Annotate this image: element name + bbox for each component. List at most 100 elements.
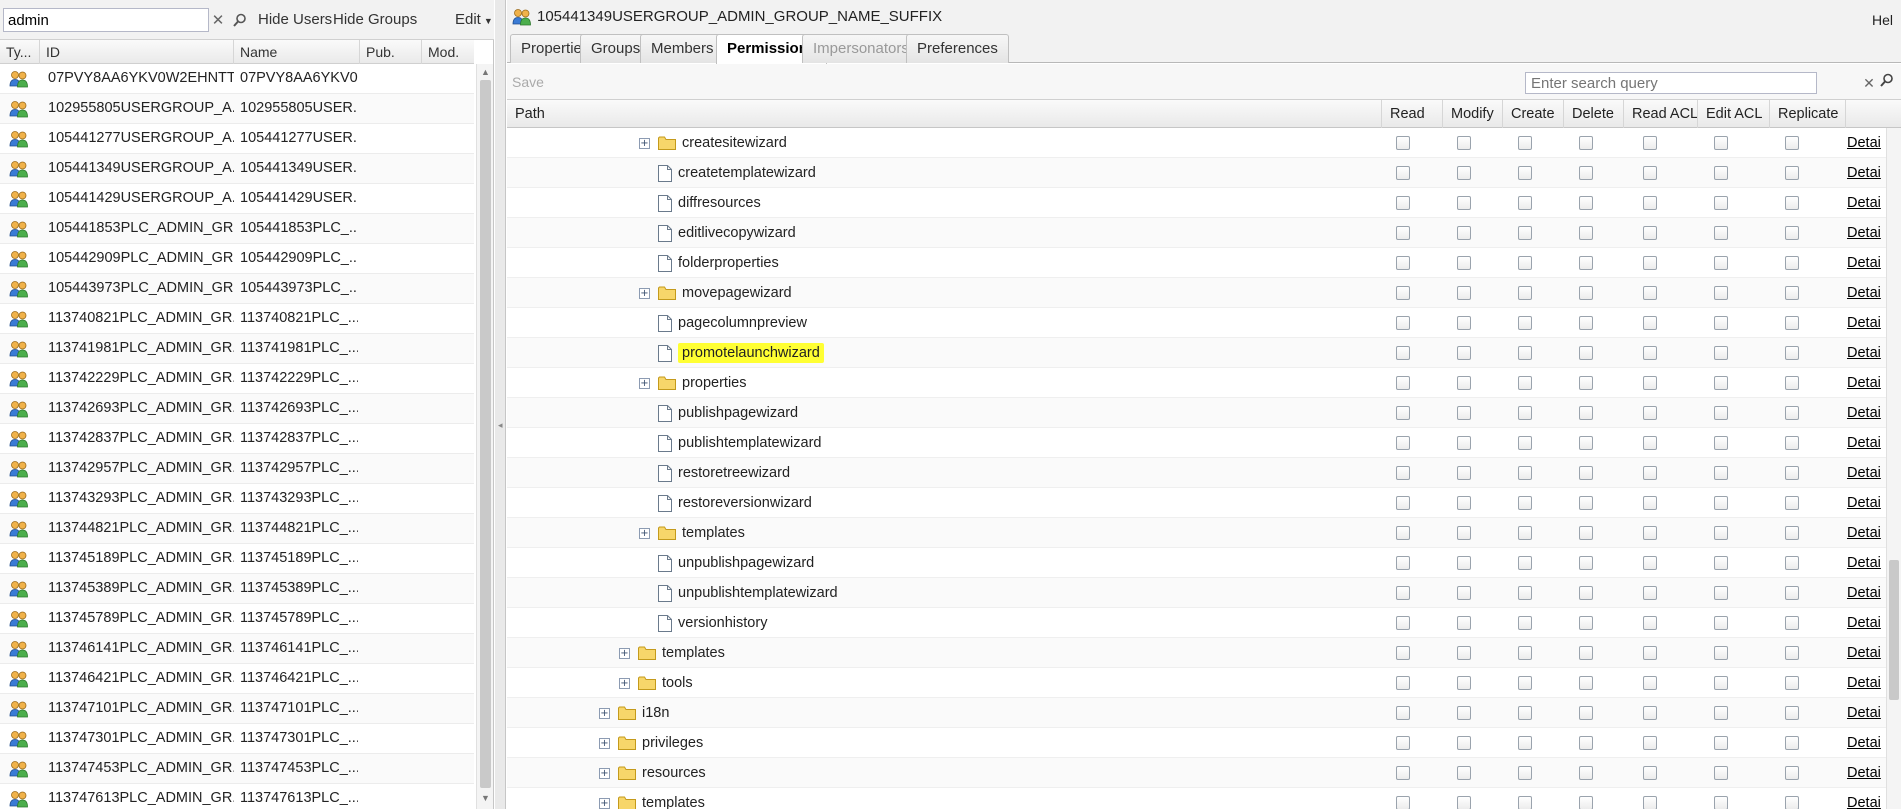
tab-preferences[interactable]: Preferences [906,34,1009,63]
create-checkbox[interactable] [1518,796,1532,809]
create-checkbox[interactable] [1518,226,1532,240]
delete-checkbox[interactable] [1579,706,1593,720]
read-acl-checkbox[interactable] [1643,406,1657,420]
node-label[interactable]: movepagewizard [682,285,792,301]
delete-checkbox[interactable] [1579,346,1593,360]
create-checkbox[interactable] [1518,256,1532,270]
read-acl-checkbox[interactable] [1643,166,1657,180]
expand-icon[interactable]: + [599,797,610,809]
table-row[interactable]: 113744821PLC_ADMIN_GR... 113744821PLC_... [0,514,474,544]
col-edit-acl[interactable]: Edit ACL [1698,100,1770,128]
create-checkbox[interactable] [1518,526,1532,540]
tree-node[interactable]: restoreversionwizard [639,488,812,518]
table-row[interactable]: 113746141PLC_ADMIN_GR... 113746141PLC_... [0,634,474,664]
modify-checkbox[interactable] [1457,466,1471,480]
search-icon[interactable] [1880,73,1898,93]
replicate-checkbox[interactable] [1785,286,1799,300]
edit-acl-checkbox[interactable] [1714,646,1728,660]
read-acl-checkbox[interactable] [1643,706,1657,720]
modify-checkbox[interactable] [1457,736,1471,750]
table-row[interactable]: 113742693PLC_ADMIN_GR... 113742693PLC_... [0,394,474,424]
read-checkbox[interactable] [1396,466,1410,480]
read-acl-checkbox[interactable] [1643,586,1657,600]
delete-checkbox[interactable] [1579,586,1593,600]
delete-checkbox[interactable] [1579,736,1593,750]
read-checkbox[interactable] [1396,796,1410,809]
create-checkbox[interactable] [1518,706,1532,720]
details-link[interactable]: Detai [1847,428,1885,458]
table-row[interactable]: + properties Detai [507,368,1886,398]
replicate-checkbox[interactable] [1785,166,1799,180]
create-checkbox[interactable] [1518,676,1532,690]
tree-node[interactable]: diffresources [639,188,761,218]
create-checkbox[interactable] [1518,166,1532,180]
replicate-checkbox[interactable] [1785,346,1799,360]
node-label[interactable]: createtemplatewizard [678,165,816,181]
modify-checkbox[interactable] [1457,796,1471,809]
create-checkbox[interactable] [1518,406,1532,420]
replicate-checkbox[interactable] [1785,616,1799,630]
details-link[interactable]: Detai [1847,548,1885,578]
modify-checkbox[interactable] [1457,196,1471,210]
expand-icon[interactable]: + [599,707,610,719]
edit-menu-button[interactable]: Edit ▼ [455,8,493,32]
table-row[interactable]: 113747453PLC_ADMIN_GR... 113747453PLC_... [0,754,474,784]
read-acl-checkbox[interactable] [1643,286,1657,300]
tree-node[interactable]: unpublishpagewizard [639,548,814,578]
tree-node[interactable]: createtemplatewizard [639,158,816,188]
table-row[interactable]: 113743293PLC_ADMIN_GR... 113743293PLC_... [0,484,474,514]
read-checkbox[interactable] [1396,676,1410,690]
read-acl-checkbox[interactable] [1643,736,1657,750]
modify-checkbox[interactable] [1457,376,1471,390]
modify-checkbox[interactable] [1457,226,1471,240]
node-label[interactable]: versionhistory [678,615,767,631]
modify-checkbox[interactable] [1457,766,1471,780]
details-link[interactable]: Detai [1847,488,1885,518]
table-row[interactable]: 105441349USERGROUP_A... 105441349USER... [0,154,474,184]
create-checkbox[interactable] [1518,436,1532,450]
read-checkbox[interactable] [1396,706,1410,720]
tree-node[interactable]: + createsitewizard [639,128,787,158]
tree-node[interactable]: + i18n [599,698,669,728]
read-acl-checkbox[interactable] [1643,346,1657,360]
delete-checkbox[interactable] [1579,376,1593,390]
details-link[interactable]: Detai [1847,638,1885,668]
read-checkbox[interactable] [1396,736,1410,750]
table-row[interactable]: publishpagewizard Detai [507,398,1886,428]
table-row[interactable]: 105441429USERGROUP_A... 105441429USER... [0,184,474,214]
details-link[interactable]: Detai [1847,758,1885,788]
replicate-checkbox[interactable] [1785,136,1799,150]
hide-groups-button[interactable]: Hide Groups [333,8,417,32]
table-row[interactable]: 102955805USERGROUP_A... 102955805USER... [0,94,474,124]
delete-checkbox[interactable] [1579,796,1593,809]
replicate-checkbox[interactable] [1785,736,1799,750]
tree-node[interactable]: + templates [599,788,705,809]
create-checkbox[interactable] [1518,466,1532,480]
edit-acl-checkbox[interactable] [1714,706,1728,720]
tree-node[interactable]: + movepagewizard [639,278,792,308]
modify-checkbox[interactable] [1457,286,1471,300]
read-checkbox[interactable] [1396,136,1410,150]
hide-users-button[interactable]: Hide Users [258,8,332,32]
col-path[interactable]: Path [507,100,1382,128]
replicate-checkbox[interactable] [1785,256,1799,270]
replicate-checkbox[interactable] [1785,586,1799,600]
read-checkbox[interactable] [1396,406,1410,420]
table-row[interactable]: diffresources Detai [507,188,1886,218]
table-row[interactable]: + privileges Detai [507,728,1886,758]
tree-node[interactable]: + resources [599,758,706,788]
table-row[interactable]: restoretreewizard Detai [507,458,1886,488]
node-label[interactable]: properties [682,375,746,391]
delete-checkbox[interactable] [1579,286,1593,300]
details-link[interactable]: Detai [1847,668,1885,698]
read-acl-checkbox[interactable] [1643,676,1657,690]
delete-checkbox[interactable] [1579,766,1593,780]
table-row[interactable]: 07PVY8AA6YKV0W2EHNTT... 07PVY8AA6YKV0... [0,64,474,94]
tree-node[interactable]: publishtemplatewizard [639,428,821,458]
delete-checkbox[interactable] [1579,256,1593,270]
create-checkbox[interactable] [1518,496,1532,510]
edit-acl-checkbox[interactable] [1714,436,1728,450]
create-checkbox[interactable] [1518,286,1532,300]
replicate-checkbox[interactable] [1785,676,1799,690]
delete-checkbox[interactable] [1579,526,1593,540]
